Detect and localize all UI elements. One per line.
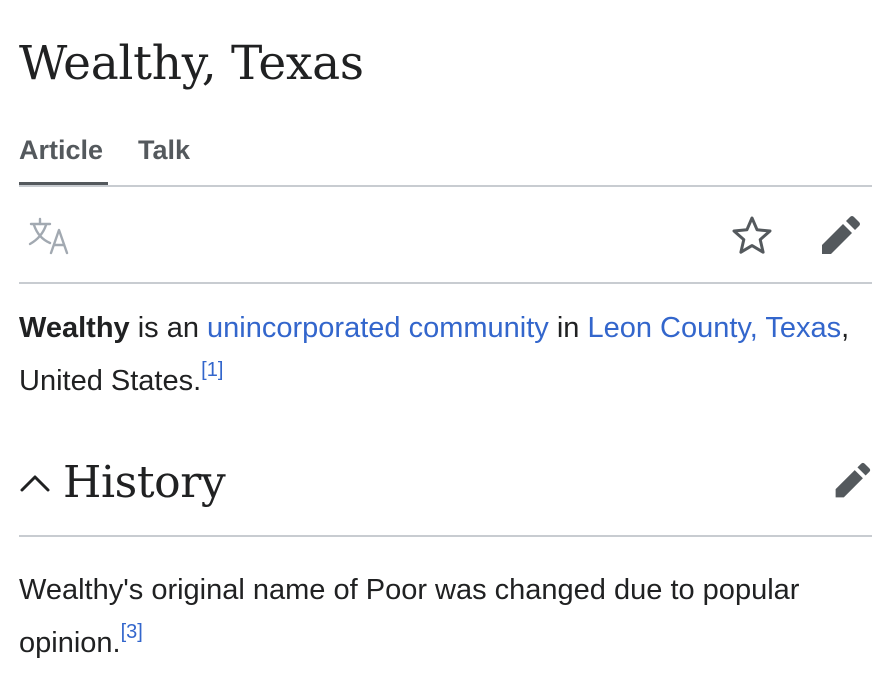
reference-superscript: [1] (201, 359, 223, 381)
translate-icon (28, 217, 69, 255)
edit-section-button[interactable] (832, 461, 872, 501)
reference-link-1[interactable]: [1] (201, 359, 223, 381)
reference-superscript: [3] (121, 621, 143, 643)
lead-text: in (548, 312, 588, 344)
page-tabs: Article Talk (19, 128, 190, 186)
section-heading-history[interactable]: History (19, 446, 872, 520)
section-divider (19, 535, 872, 537)
edit-page-button[interactable] (818, 214, 862, 258)
watch-button[interactable] (730, 214, 774, 258)
toolbar-divider (19, 282, 872, 284)
star-icon (732, 216, 772, 254)
section-text: Wealthy's original name of Poor was chan… (19, 574, 800, 659)
tab-article[interactable]: Article (19, 128, 108, 186)
article-subject: Wealthy (19, 312, 130, 344)
pencil-icon (835, 462, 871, 498)
pencil-icon (822, 216, 860, 254)
reference-link-3[interactable]: [3] (121, 621, 143, 643)
page-title: Wealthy, Texas (19, 36, 364, 91)
link-unincorporated-community[interactable]: unincorporated community (207, 312, 549, 344)
tab-talk[interactable]: Talk (138, 128, 190, 186)
lead-text: is an (129, 312, 208, 344)
language-button[interactable] (28, 216, 72, 256)
section-title: History (63, 457, 226, 508)
chevron-up-icon (20, 475, 50, 492)
tabs-divider (19, 185, 872, 187)
section-body: Wealthy's original name of Poor was chan… (19, 564, 872, 670)
lead-paragraph: Wealthy is an unincorporated community i… (19, 302, 872, 408)
link-leon-county-texas[interactable]: Leon County, Texas (587, 312, 841, 344)
